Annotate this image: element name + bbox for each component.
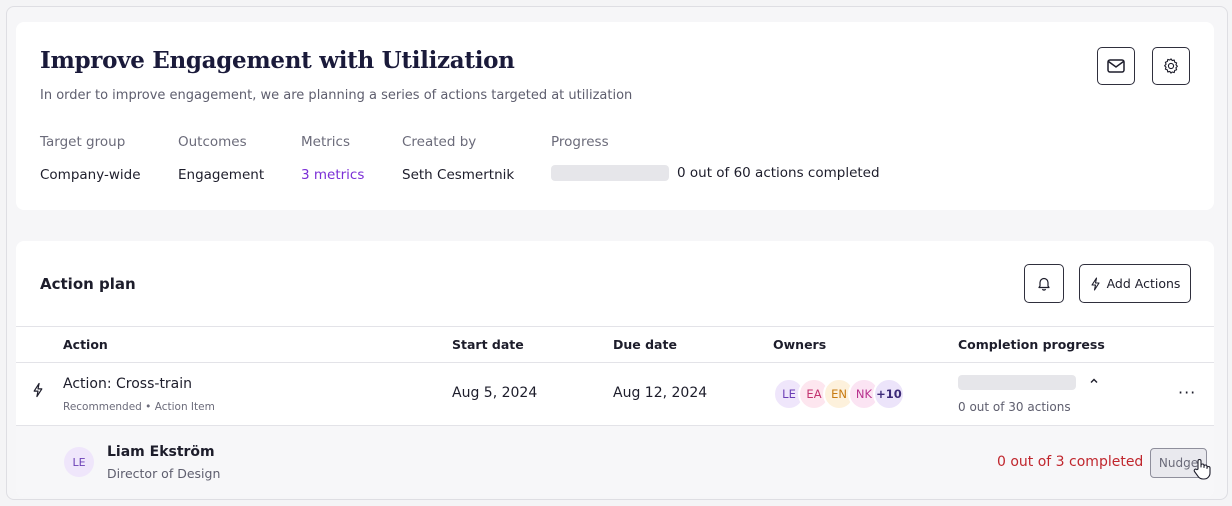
column-start-date: Start date [452, 337, 524, 352]
meta-target-group: Target group Company-wide [40, 134, 141, 183]
more-options-icon[interactable]: ··· [1178, 383, 1196, 402]
action-name[interactable]: Action: Cross-train [63, 376, 192, 392]
meta-label: Created by [402, 134, 477, 150]
meta-label: Progress [551, 134, 609, 150]
meta-value: Engagement [178, 167, 265, 183]
plan-description: In order to improve engagement, we are p… [40, 88, 633, 103]
table-header: Action Start date Due date Owners Comple… [16, 326, 1214, 363]
action-subtitle: Recommended • Action Item [63, 401, 215, 413]
meta-label: Metrics [301, 134, 351, 150]
metrics-link[interactable]: 3 metrics [301, 167, 364, 183]
avatar-overflow-count[interactable]: +10 [873, 378, 905, 410]
bolt-icon [1091, 276, 1100, 291]
notify-button[interactable] [1024, 264, 1064, 303]
meta-outcomes: Outcomes Engagement [178, 134, 264, 183]
owner-role: Director of Design [107, 466, 221, 481]
meta-label: Outcomes [178, 134, 247, 150]
hand-pointer-icon [1193, 459, 1211, 480]
owner-completion-status: 0 out of 3 completed [997, 454, 1144, 470]
owner-detail-row: LE Liam Ekström Director of Design 0 out… [16, 426, 1214, 497]
mail-icon [1107, 59, 1125, 73]
start-date: Aug 5, 2024 [452, 385, 538, 401]
meta-value: Company-wide [40, 167, 141, 183]
action-plan-card: Action plan Add Actions Action Start dat… [16, 241, 1214, 497]
row-completion-progress: 0 out of 30 actions [958, 375, 1076, 414]
plan-progress-text: 0 out of 60 actions completed [677, 165, 880, 181]
meta-created-by: Created by Seth Cesmertnik [402, 134, 514, 183]
add-actions-label: Add Actions [1106, 276, 1181, 291]
page-title: Improve Engagement with Utilization [40, 47, 515, 74]
owner-name: Liam Ekström [107, 444, 215, 460]
avatar: LE [64, 447, 94, 477]
chevron-up-icon[interactable] [1088, 375, 1100, 387]
row-progress-bar [958, 375, 1076, 390]
bolt-icon [33, 382, 43, 398]
due-date: Aug 12, 2024 [613, 385, 708, 401]
table-row[interactable]: Action: Cross-train Recommended • Action… [16, 363, 1214, 426]
column-completion-progress: Completion progress [958, 337, 1105, 352]
meta-metrics: Metrics 3 metrics [301, 134, 364, 183]
plan-progress-bar [551, 165, 669, 181]
meta-value: Seth Cesmertnik [402, 167, 515, 183]
owner-avatars[interactable]: LE EA EN NK +10 [773, 378, 905, 410]
meta-progress: Progress 0 out of 60 actions completed [551, 134, 880, 181]
plan-progress: 0 out of 60 actions completed [551, 165, 880, 181]
column-due-date: Due date [613, 337, 677, 352]
mail-button[interactable] [1097, 47, 1135, 85]
column-owners: Owners [773, 337, 827, 352]
action-plan-title: Action plan [40, 275, 136, 293]
plan-summary-card: Improve Engagement with Utilization In o… [16, 22, 1214, 210]
gear-icon [1164, 58, 1178, 74]
meta-label: Target group [40, 134, 126, 150]
column-action: Action [63, 337, 108, 352]
settings-button[interactable] [1152, 47, 1190, 85]
row-progress-text: 0 out of 30 actions [958, 400, 1071, 414]
bell-icon [1038, 277, 1050, 291]
add-actions-button[interactable]: Add Actions [1079, 264, 1191, 303]
